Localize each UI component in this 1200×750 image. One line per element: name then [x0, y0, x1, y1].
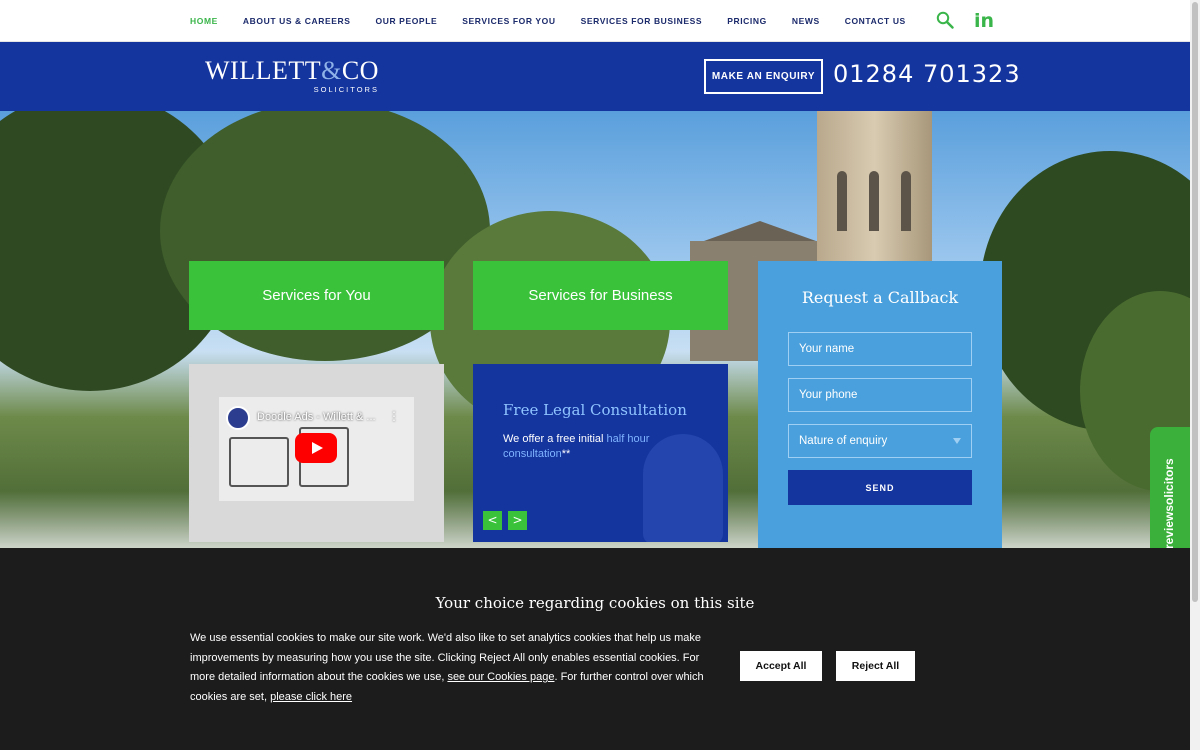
phone-number[interactable]: 01284 701323 [833, 60, 1021, 88]
make-enquiry-button[interactable]: MAKE AN ENQUIRY [704, 59, 823, 94]
video-tile: Doodle Ads - Willett & ... ⋮ [189, 364, 444, 542]
play-button[interactable] [295, 433, 337, 463]
more-options-icon[interactable]: ⋮ [388, 409, 400, 423]
callback-title: Request a Callback [801, 288, 959, 307]
search-icon[interactable] [936, 11, 954, 29]
consultation-text: We offer a free initial half hour consul… [503, 433, 650, 460]
services-for-you-tile[interactable]: Services for You [189, 261, 444, 330]
page-scrollbar[interactable] [1190, 0, 1200, 750]
nav-item-services-for-you[interactable]: SERVICES FOR YOU [462, 16, 555, 26]
carousel-prev-button[interactable]: < [483, 511, 502, 530]
top-navigation: HOME ABOUT US & CAREERS OUR PEOPLE SERVI… [0, 0, 1200, 42]
nav-item-news[interactable]: NEWS [792, 16, 820, 26]
cookie-settings-link[interactable]: please click here [270, 691, 352, 703]
logo-wordmark: WILLETT&CO [205, 56, 379, 85]
site-header: WILLETT&CO SOLICITORS MAKE AN ENQUIRY 01… [0, 42, 1190, 111]
nav-item-pricing[interactable]: PRICING [727, 16, 767, 26]
callback-form: Request a Callback Your name Your phone … [758, 261, 1002, 548]
carousel-next-button[interactable]: > [508, 511, 527, 530]
services-for-business-tile[interactable]: Services for Business [473, 261, 728, 330]
nav-item-contact-us[interactable]: CONTACT US [845, 16, 906, 26]
cookies-page-link[interactable]: see our Cookies page [447, 671, 554, 683]
linkedin-icon[interactable]: in [974, 10, 994, 32]
nav-list: HOME ABOUT US & CAREERS OUR PEOPLE SERVI… [190, 0, 931, 42]
accept-all-button[interactable]: Accept All [740, 651, 822, 681]
free-consultation-panel: Free Legal Consultation We offer a free … [473, 364, 728, 542]
reject-all-button[interactable]: Reject All [836, 651, 915, 681]
nature-of-enquiry-value: Nature of enquiry [799, 435, 888, 447]
doodle-illustration [229, 437, 289, 487]
chevron-down-icon [953, 438, 961, 444]
cookie-banner: Your choice regarding cookies on this si… [0, 548, 1190, 750]
logo-subtitle: SOLICITORS [313, 85, 379, 94]
cookie-title: Your choice regarding cookies on this si… [435, 594, 755, 612]
youtube-video[interactable]: Doodle Ads - Willett & ... ⋮ [219, 397, 414, 501]
video-title: Doodle Ads - Willett & ... [257, 411, 376, 423]
logo[interactable]: WILLETT&CO SOLICITORS [205, 56, 379, 95]
nav-item-about-careers[interactable]: ABOUT US & CAREERS [243, 16, 351, 26]
scrollbar-thumb[interactable] [1192, 2, 1198, 602]
nav-item-home[interactable]: HOME [190, 16, 218, 26]
nav-item-services-for-business[interactable]: SERVICES FOR BUSINESS [581, 16, 703, 26]
send-button[interactable]: SEND [788, 470, 972, 505]
review-badge-label: reviewsolicitors [1162, 458, 1176, 549]
name-input[interactable]: Your name [788, 332, 972, 366]
nav-item-our-people[interactable]: OUR PEOPLE [376, 16, 438, 26]
phone-input[interactable]: Your phone [788, 378, 972, 412]
consultation-title: Free Legal Consultation [503, 401, 687, 419]
channel-logo-icon [226, 406, 250, 430]
cookie-text: We use essential cookies to make our sit… [190, 632, 704, 703]
nature-of-enquiry-select[interactable]: Nature of enquiry [788, 424, 972, 458]
hero-banner: Services for You Services for Business D… [0, 111, 1190, 548]
